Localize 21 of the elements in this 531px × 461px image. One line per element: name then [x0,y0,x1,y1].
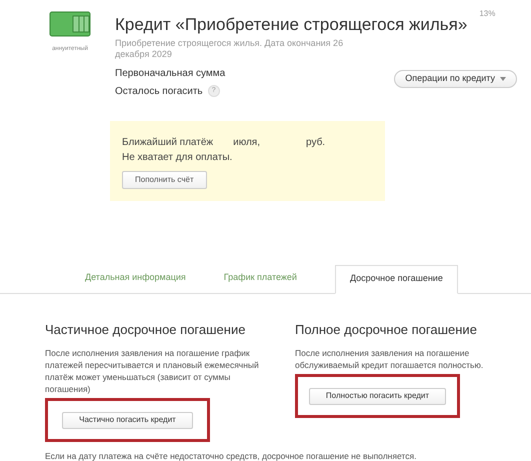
section-title: Частичное досрочное погашение [45,320,246,339]
section-title: Полное досрочное погашение [295,320,478,339]
interest-rate: 13% [479,8,496,20]
repay-button[interactable]: Полностью погасить кредит [308,388,446,404]
notice-text: июля, [233,136,260,150]
credit-title: Кредит «Приобретение строящегося жилья» [115,14,468,36]
notice-text: Не хватает для оплаты. [122,150,234,164]
section-description: После исполнения заявления на погашение обслуживаемый кредит погашается полностью. [295,347,484,371]
tab[interactable]: Досрочное погашение [334,264,458,294]
section-description: После исполнения заявления на погашение график платежей пересчитывается и плановый ежемесячный платёж может уменьшаться (зависит от суммы погашения) [45,347,260,395]
wallet-icon [49,11,91,37]
repay-button[interactable]: Частично погасить кредит [62,412,193,428]
footer-note: Если на дату платежа на счёте недостаточно средств, досрочное погашение не выполняется. [44,450,418,461]
caret-icon [500,76,506,80]
credit-operations-button[interactable]: Операции по кредиту [394,70,517,88]
top-up-button[interactable]: Пополнить счёт [122,170,207,188]
field-label: Первоначальная сумма [115,66,226,80]
notice-text: Ближайший платёж [122,136,214,150]
field-label: Осталось погасить [115,84,203,98]
credit-subtitle: Приобретение строящегося жилья. Дата окончания 26 декабря 2029 [115,38,344,60]
notice-text: руб. [306,136,326,150]
